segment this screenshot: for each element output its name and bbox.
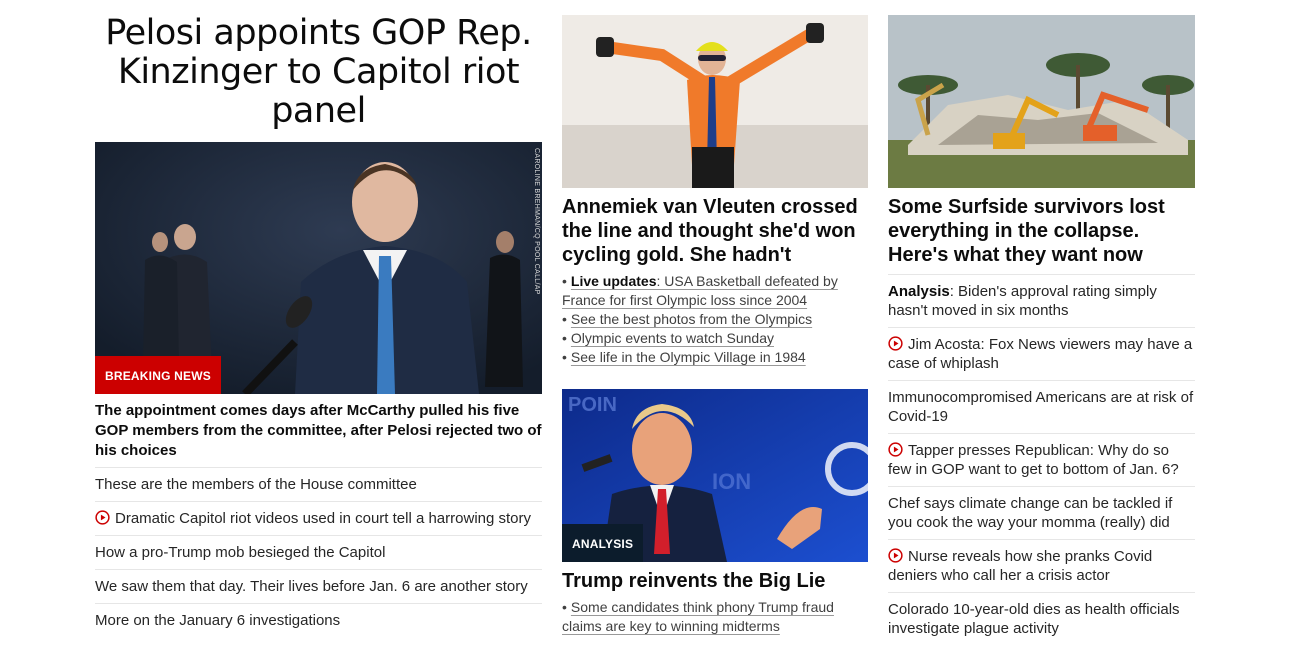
list-item[interactable]: Immunocompromised Americans are at risk … — [888, 380, 1195, 433]
surfside-headline[interactable]: Some Surfside survivors lost everything … — [888, 195, 1195, 267]
list-item[interactable]: Some candidates think phony Trump fraud … — [562, 598, 868, 636]
play-circle-icon — [888, 548, 903, 563]
list-item[interactable]: Analysis: Biden's approval rating simply… — [888, 274, 1195, 327]
trump-headline[interactable]: Trump reinvents the Big Lie — [562, 569, 868, 593]
list-item[interactable]: These are the members of the House commi… — [95, 467, 542, 501]
lead-related-links: These are the members of the House commi… — [95, 467, 542, 637]
link-text[interactable]: Immunocompromised Americans are at risk … — [888, 389, 1193, 425]
lead-subheadline[interactable]: The appointment comes days after McCarth… — [95, 401, 542, 461]
link-text[interactable]: More on the January 6 investigations — [95, 612, 340, 629]
list-item[interactable]: Live updates: USA Basketball defeated by… — [562, 272, 868, 310]
link-text[interactable]: Nurse reveals how she pranks Covid denie… — [888, 548, 1152, 584]
link-text[interactable]: How a pro-Trump mob besieged the Capitol — [95, 544, 385, 561]
list-item[interactable]: We saw them that day. Their lives before… — [95, 569, 542, 603]
list-item[interactable]: Chef says climate change can be tackled … — [888, 486, 1195, 539]
trump-links: Some candidates think phony Trump fraud … — [562, 598, 868, 636]
list-item[interactable]: Dramatic Capitol riot videos used in cou… — [95, 501, 542, 535]
list-item[interactable]: Nurse reveals how she pranks Covid denie… — [888, 539, 1195, 592]
play-circle-icon — [95, 510, 110, 525]
list-item[interactable]: Colorado 10-year-old dies as health offi… — [888, 592, 1195, 645]
link-text[interactable]: We saw them that day. Their lives before… — [95, 578, 528, 595]
list-item[interactable]: Jim Acosta: Fox News viewers may have a … — [888, 327, 1195, 380]
list-item[interactable]: See the best photos from the Olympics — [562, 310, 868, 329]
lead-image[interactable]: CAROLINE BREHMAN/CQ POOL CALL/AP BREAKIN… — [95, 142, 542, 394]
svg-text:POIN: POIN — [568, 394, 617, 416]
link-text[interactable]: Some candidates think phony Trump fraud … — [562, 599, 834, 634]
photo-credit: CAROLINE BREHMAN/CQ POOL CALL/AP — [533, 148, 540, 295]
right-related-links: Analysis: Biden's approval rating simply… — [888, 274, 1195, 645]
play-circle-icon — [888, 442, 903, 457]
list-item[interactable]: Tapper presses Republican: Why do so few… — [888, 433, 1195, 486]
link-text[interactable]: Dramatic Capitol riot videos used in cou… — [115, 510, 531, 527]
lead-headline[interactable]: Pelosi appoints GOP Rep. Kinzinger to Ca… — [95, 14, 542, 131]
play-circle-icon — [888, 336, 903, 351]
link-text[interactable]: These are the members of the House commi… — [95, 476, 417, 493]
svg-text:ION: ION — [712, 469, 751, 494]
cyclist-headline[interactable]: Annemiek van Vleuten crossed the line an… — [562, 195, 868, 267]
cyclist-image[interactable] — [562, 15, 868, 188]
breaking-news-badge: BREAKING NEWS — [95, 356, 221, 394]
analysis-badge: ANALYSIS — [562, 524, 644, 562]
analysis-label: Analysis — [888, 283, 950, 300]
list-item[interactable]: How a pro-Trump mob besieged the Capitol — [95, 535, 542, 569]
link-text[interactable]: Tapper presses Republican: Why do so few… — [888, 442, 1179, 478]
link-text[interactable]: See the best photos from the Olympics — [571, 311, 812, 327]
link-text[interactable]: Colorado 10-year-old dies as health offi… — [888, 601, 1180, 637]
trump-image[interactable]: POIN ION ANALYSIS — [562, 389, 868, 562]
olympics-links: Live updates: USA Basketball defeated by… — [562, 272, 868, 367]
link-text[interactable]: Olympic events to watch Sunday — [571, 330, 774, 346]
live-updates-label: Live updates — [570, 273, 657, 289]
link-text[interactable]: Jim Acosta: Fox News viewers may have a … — [888, 336, 1192, 372]
link-text[interactable]: See life in the Olympic Village in 1984 — [571, 349, 806, 365]
list-item[interactable]: Olympic events to watch Sunday — [562, 329, 868, 348]
list-item[interactable]: See life in the Olympic Village in 1984 — [562, 348, 868, 367]
surfside-image[interactable] — [888, 15, 1195, 188]
list-item[interactable]: More on the January 6 investigations — [95, 603, 542, 637]
link-text[interactable]: Chef says climate change can be tackled … — [888, 495, 1172, 531]
